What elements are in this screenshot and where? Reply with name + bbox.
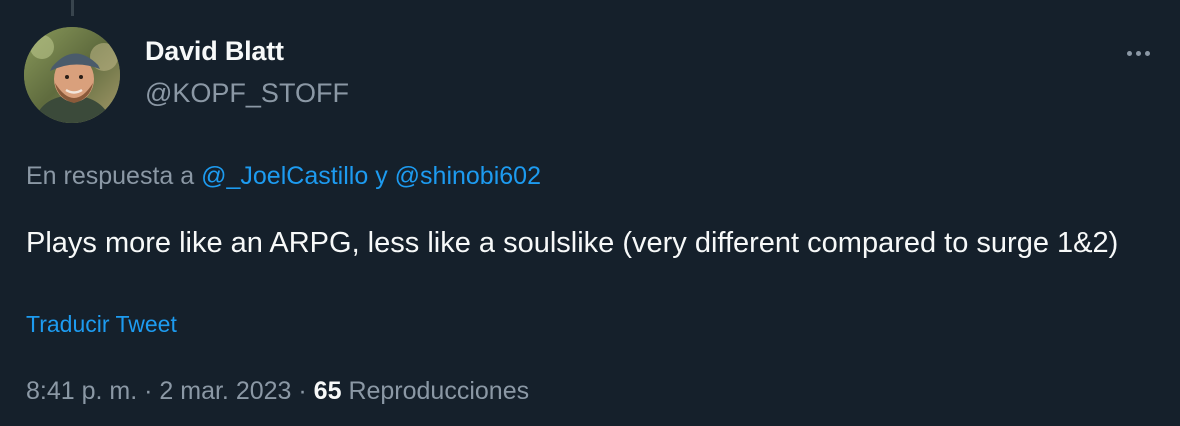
thread-connector-line <box>71 0 74 16</box>
more-horizontal-icon <box>1144 50 1150 56</box>
author-handle[interactable]: @KOPF_STOFF <box>145 78 349 109</box>
meta-separator: · <box>144 377 153 405</box>
reply-prefix: En respuesta a <box>26 162 195 190</box>
tweet-time-link[interactable]: 8:41 p. m. <box>26 377 137 405</box>
reply-context: En respuesta a @_JoelCastillo y @shinobi… <box>26 162 541 191</box>
more-options-button[interactable] <box>1118 38 1158 68</box>
reply-joiner: y <box>375 162 388 190</box>
tweet-metadata: 8:41 p. m. · 2 mar. 2023 · 65 Reproducci… <box>26 377 529 406</box>
reply-mention-link[interactable]: @_JoelCastillo <box>201 162 368 190</box>
views-count: 65 <box>313 377 342 405</box>
author-name[interactable]: David Blatt <box>145 36 284 67</box>
avatar[interactable] <box>24 27 120 123</box>
views-label: Reproducciones <box>348 377 530 405</box>
tweet-date-link[interactable]: 2 mar. 2023 <box>159 377 291 405</box>
more-horizontal-icon <box>1135 50 1141 56</box>
reply-mention-link[interactable]: @shinobi602 <box>395 162 541 190</box>
tweet-text: Plays more like an ARPG, less like a sou… <box>26 227 1119 259</box>
translate-tweet-link[interactable]: Traducir Tweet <box>26 311 177 338</box>
avatar-photo <box>24 27 120 123</box>
meta-separator: · <box>298 377 307 405</box>
more-horizontal-icon <box>1126 50 1132 56</box>
